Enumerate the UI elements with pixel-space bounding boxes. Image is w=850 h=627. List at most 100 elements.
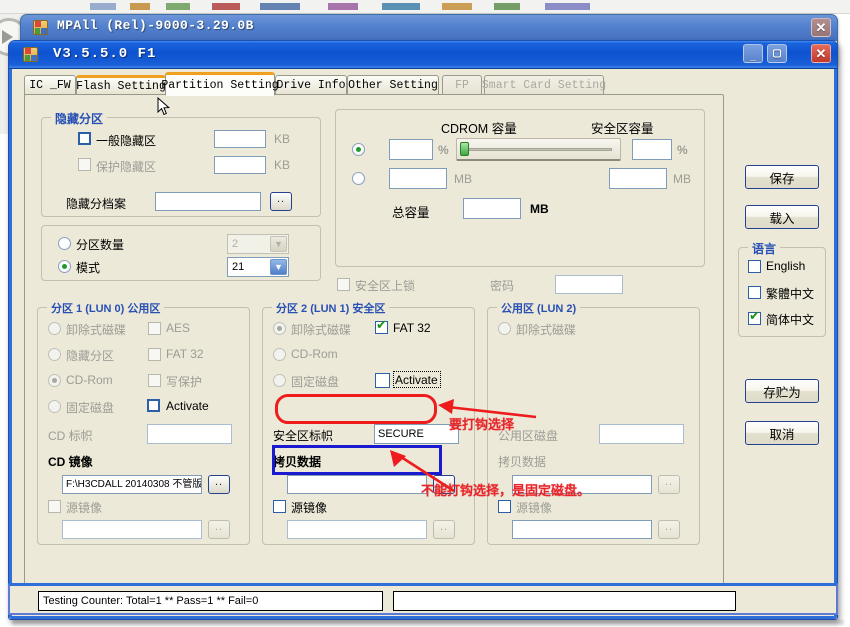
tab-partition-setting[interactable]: Partition Setting <box>161 72 279 96</box>
lun2-source-image-checkbox[interactable] <box>498 500 511 513</box>
lun1-activate-checkbox[interactable] <box>375 373 390 388</box>
language-traditional-chinese-label: 繁體中文 <box>766 287 815 301</box>
password-label: 密码 <box>490 279 515 293</box>
partition-count-radio[interactable] <box>58 237 71 250</box>
lun0-fat32-label: FAT 32 <box>166 347 204 361</box>
cdrom-capacity-slider[interactable] <box>456 138 621 161</box>
hidden-file-browse-button[interactable]: .. <box>270 192 292 211</box>
lun0-hidden-radio[interactable] <box>48 348 61 361</box>
cdrom-percent-input[interactable] <box>389 139 433 160</box>
lun0-cd-flag-input[interactable] <box>147 424 232 444</box>
general-hidden-unit: KB <box>274 132 291 146</box>
annotation-text-2: 不能打钩选择，是固定磁盘。 <box>421 483 591 498</box>
protect-hidden-checkbox[interactable] <box>78 158 91 171</box>
lun0-source-image-input[interactable] <box>62 520 202 539</box>
secure-percent-input[interactable] <box>632 139 672 160</box>
secure-lock-checkbox[interactable] <box>337 278 350 291</box>
secure-percent-unit: % <box>677 143 688 157</box>
lun2-removable-label: 卸除式磁碟 <box>516 323 577 337</box>
lun1-cdrom-radio[interactable] <box>273 348 286 361</box>
secure-lock-label: 安全区上锁 <box>355 279 416 293</box>
lun0-removable-label: 卸除式磁碟 <box>66 323 127 337</box>
close-button[interactable]: ✕ <box>811 44 831 63</box>
lun1-group-title: 分区 2 (LUN 1) 安全区 <box>272 300 390 316</box>
save-button[interactable]: 保存 <box>745 165 819 189</box>
lun1-source-image-checkbox[interactable] <box>273 500 286 513</box>
mouse-cursor-icon <box>157 97 171 116</box>
language-traditional-chinese-checkbox[interactable] <box>748 286 761 299</box>
background-window-close-button[interactable]: ✕ <box>811 18 831 37</box>
total-capacity-unit: MB <box>530 202 549 216</box>
lun1-activate-label: Activate <box>395 373 438 387</box>
lun0-cdrom-radio[interactable] <box>48 374 61 387</box>
chevron-down-icon[interactable]: ▼ <box>270 236 287 252</box>
lun1-fixed-disk-radio[interactable] <box>273 374 286 387</box>
lun1-removable-radio[interactable] <box>273 322 286 335</box>
lun0-cd-flag-label: CD 标帜 <box>48 429 93 443</box>
protect-hidden-size-input[interactable] <box>214 156 266 174</box>
lun0-aes-checkbox[interactable] <box>148 322 161 335</box>
tab-flash-setting[interactable]: Flash Setting <box>76 75 166 95</box>
hidden-file-input[interactable] <box>155 192 261 211</box>
partition-count-value: 2 <box>232 238 239 250</box>
lun2-source-image-browse-button[interactable]: .. <box>658 520 680 539</box>
slider-thumb[interactable] <box>460 142 469 156</box>
cancel-button[interactable]: 取消 <box>745 421 819 445</box>
app-blocks-icon <box>33 20 48 35</box>
load-button[interactable]: 载入 <box>745 205 819 229</box>
hidden-partition-group-title: 隐藏分区 <box>51 110 108 127</box>
maximize-button[interactable]: ▢ <box>767 44 787 63</box>
slider-track <box>463 148 612 151</box>
tab-other-setting[interactable]: Other Setting <box>347 75 439 95</box>
password-input[interactable] <box>555 275 623 294</box>
lun2-removable-radio[interactable] <box>498 322 511 335</box>
partition-count-select[interactable]: 2 ▼ <box>227 234 289 254</box>
lun0-cd-image-input[interactable]: F:\H3CDALL 20140308 不管版 <box>62 475 202 494</box>
background-window-titlebar[interactable]: MPAll (Rel)-9000-3.29.0B ✕ <box>21 15 837 41</box>
lun0-cd-image-browse-button[interactable]: .. <box>208 475 230 494</box>
lun1-secure-flag-input[interactable]: SECURE <box>374 424 459 444</box>
lun0-source-image-label: 源镜像 <box>66 501 103 515</box>
language-group-title: 语言 <box>748 240 781 257</box>
partition-mode-group: 分区数量 2 ▼ 模式 21 ▼ <box>41 225 321 281</box>
capacity-mb-radio[interactable] <box>352 172 365 185</box>
main-window[interactable]: V3.5.5.0 F1 _ ▢ ✕ IC _FW Flash Setting P… <box>8 40 838 620</box>
lun0-source-image-browse-button[interactable]: .. <box>208 520 230 539</box>
lun0-activate-checkbox[interactable] <box>147 399 160 412</box>
secure-mb-input[interactable] <box>609 168 667 189</box>
capacity-percent-radio[interactable] <box>352 143 365 156</box>
partition-mode-select[interactable]: 21 ▼ <box>227 257 289 277</box>
lun1-fat32-checkbox[interactable] <box>375 318 388 334</box>
lun0-fixed-disk-radio[interactable] <box>48 400 61 413</box>
general-hidden-checkbox[interactable] <box>78 132 91 145</box>
lun1-source-image-input[interactable] <box>287 520 427 539</box>
cdrom-capacity-title: CDROM 容量 <box>441 122 517 136</box>
total-capacity-input[interactable] <box>463 198 521 219</box>
tab-smart-card-setting[interactable]: Smart Card Setting <box>482 75 606 95</box>
lun0-source-image-checkbox[interactable] <box>48 500 61 513</box>
lun2-source-image-input[interactable] <box>512 520 652 539</box>
lun0-writeprotect-checkbox[interactable] <box>148 374 161 387</box>
tab-ic-fw[interactable]: IC _FW <box>24 75 76 95</box>
lun2-public-disk-input[interactable] <box>599 424 684 444</box>
cdrom-mb-input[interactable] <box>389 168 447 189</box>
secure-mb-unit: MB <box>673 172 691 186</box>
secure-lock-row: 安全区上锁 密码 <box>335 275 705 297</box>
right-sidebar: 保存 载入 语言 English 繁體中文 简体中文 存贮为 取消 <box>730 99 834 599</box>
tab-drive-info[interactable]: Drive Info <box>275 75 347 95</box>
minimize-button[interactable]: _ <box>743 44 763 63</box>
tab-fp[interactable]: FP <box>442 75 482 95</box>
lun0-removable-radio[interactable] <box>48 322 61 335</box>
main-window-client: IC _FW Flash Setting Partition Setting D… <box>9 69 837 619</box>
lun0-fat32-checkbox[interactable] <box>148 348 161 361</box>
partition-mode-radio[interactable] <box>58 260 71 273</box>
language-simplified-chinese-checkbox[interactable] <box>748 309 761 325</box>
main-window-titlebar[interactable]: V3.5.5.0 F1 _ ▢ ✕ <box>9 41 837 69</box>
save-as-button[interactable]: 存贮为 <box>745 379 819 403</box>
lun1-copy-data-label: 拷贝数据 <box>273 455 322 469</box>
chevron-down-icon[interactable]: ▼ <box>270 259 287 275</box>
general-hidden-size-input[interactable] <box>214 130 266 148</box>
language-english-checkbox[interactable] <box>748 260 761 273</box>
lun1-source-image-browse-button[interactable]: .. <box>433 520 455 539</box>
lun2-copy-data-browse-button[interactable]: .. <box>658 475 680 494</box>
